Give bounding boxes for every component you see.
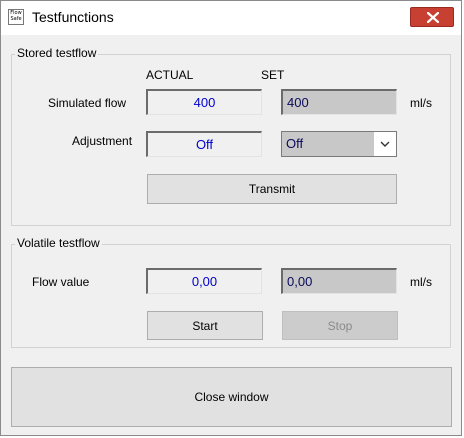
simulated-flow-unit: ml/s bbox=[410, 96, 432, 110]
close-window-button[interactable]: Close window bbox=[11, 367, 452, 427]
dropdown-button[interactable] bbox=[374, 132, 396, 156]
chevron-down-icon bbox=[380, 141, 390, 147]
close-button[interactable] bbox=[410, 7, 454, 27]
title-bar: Flow Safe Testfunctions bbox=[1, 1, 461, 35]
adjustment-actual-field: Off bbox=[146, 131, 262, 157]
window-title: Testfunctions bbox=[32, 9, 114, 25]
simulated-flow-actual-field: 400 bbox=[146, 89, 262, 115]
flow-value-actual-field: 0,00 bbox=[146, 268, 262, 294]
stored-testflow-legend: Stored testflow bbox=[15, 46, 99, 60]
app-icon-text-line2: Safe bbox=[10, 16, 22, 22]
adjustment-set-value: Off bbox=[286, 136, 304, 151]
testfunctions-window: Flow Safe Testfunctions Stored testflow … bbox=[0, 0, 462, 436]
flow-value-label: Flow value bbox=[32, 275, 90, 289]
volatile-testflow-legend: Volatile testflow bbox=[15, 236, 102, 250]
flow-value-unit: ml/s bbox=[410, 275, 432, 289]
set-header: SET bbox=[261, 68, 285, 82]
adjustment-set-select[interactable]: Off bbox=[281, 131, 397, 157]
close-icon bbox=[427, 12, 439, 23]
stop-button[interactable]: Stop bbox=[282, 311, 398, 340]
transmit-button[interactable]: Transmit bbox=[147, 174, 397, 204]
app-icon: Flow Safe bbox=[8, 9, 24, 25]
actual-header: ACTUAL bbox=[146, 68, 194, 82]
start-button[interactable]: Start bbox=[147, 311, 263, 340]
adjustment-label: Adjustment bbox=[72, 134, 133, 148]
simulated-flow-set-field[interactable]: 400 bbox=[281, 89, 397, 115]
flow-value-set-field[interactable]: 0,00 bbox=[281, 268, 397, 294]
simulated-flow-label: Simulated flow bbox=[48, 96, 127, 110]
